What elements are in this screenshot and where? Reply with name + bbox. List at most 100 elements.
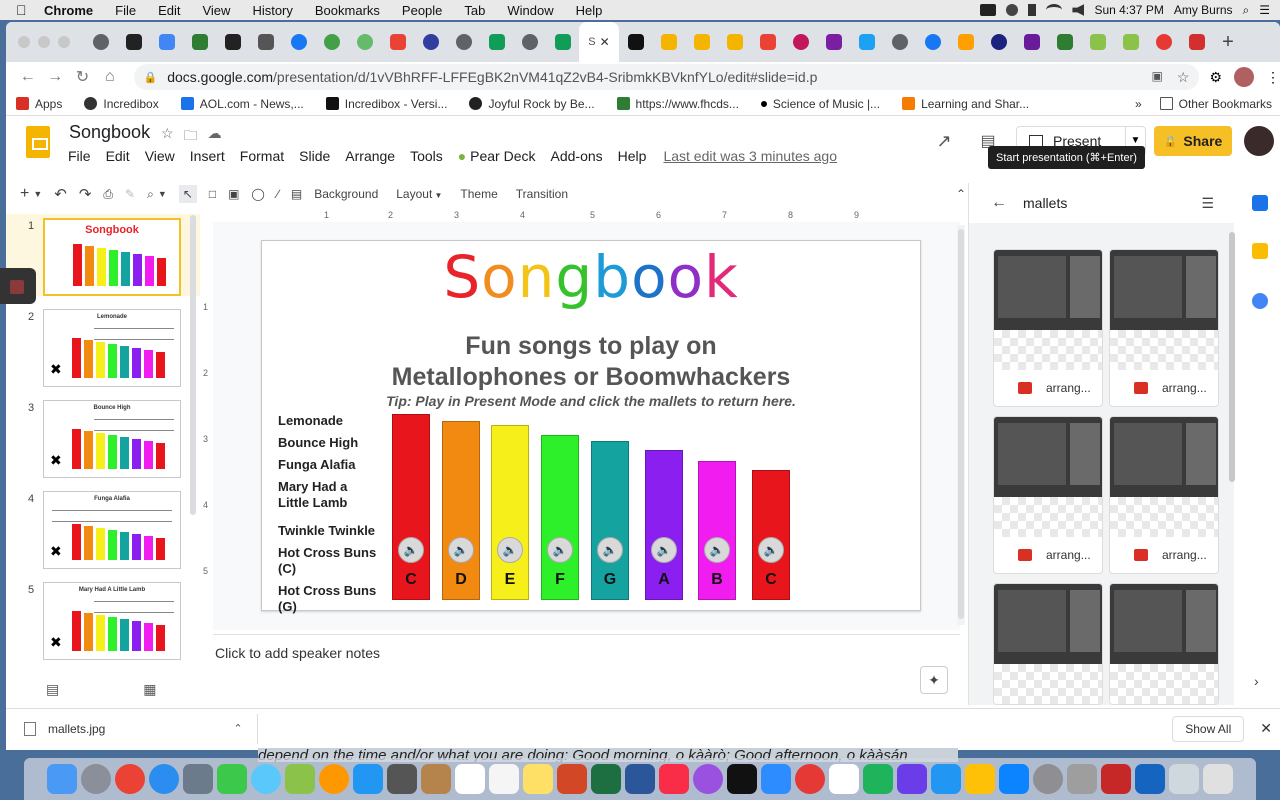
tab[interactable] — [652, 22, 685, 62]
tab[interactable] — [1147, 22, 1180, 62]
last-edit-link[interactable]: Last edit was 3 minutes ago — [663, 148, 837, 164]
bookmark-joyful-rock[interactable]: Joyful Rock by Be... — [469, 97, 595, 111]
document-title[interactable]: Songbook — [69, 122, 150, 143]
zoom-icon[interactable] — [761, 764, 791, 794]
comment-add-icon[interactable]: ▤ — [291, 187, 302, 201]
bar-b[interactable]: 🔈 B — [698, 461, 736, 600]
speaker-icon[interactable]: 🔈 — [704, 537, 730, 563]
spotlight-search-icon[interactable]: ⌕ — [1243, 3, 1250, 18]
speaker-icon[interactable]: 🔈 — [597, 537, 623, 563]
speaker-icon[interactable]: 🔈 — [651, 537, 677, 563]
tab[interactable] — [183, 22, 216, 62]
bar-e[interactable]: 🔈 E — [491, 425, 529, 600]
tab[interactable] — [751, 22, 784, 62]
speaker-icon[interactable]: 🔈 — [758, 537, 784, 563]
grid-view-icon[interactable]: ▦ — [143, 681, 156, 698]
bar-c-low[interactable]: 🔈 C — [392, 414, 430, 600]
calendar-icon[interactable] — [1252, 195, 1268, 211]
extensions-icon[interactable]: ⚙ — [1209, 69, 1222, 86]
new-tab-button[interactable]: + — [1213, 31, 1243, 54]
app-icon[interactable] — [1067, 764, 1097, 794]
clock[interactable]: Sun 4:37 PM — [1094, 3, 1163, 17]
apple-tv-icon[interactable] — [727, 764, 757, 794]
search-result-image[interactable] — [1109, 583, 1219, 705]
move-folder-icon[interactable]: 🗀 — [184, 125, 198, 149]
background-button[interactable]: Background — [314, 187, 378, 201]
tab[interactable] — [447, 22, 480, 62]
bluetooth-icon[interactable] — [1028, 4, 1037, 16]
filter-icon[interactable]: ☰ — [1201, 195, 1214, 212]
podcasts-icon[interactable] — [693, 764, 723, 794]
speaker-icon[interactable]: 🔈 — [398, 537, 424, 563]
volume-icon[interactable] — [1072, 4, 1085, 16]
zoom-window-button[interactable] — [58, 36, 70, 48]
notes-book-icon[interactable] — [421, 764, 451, 794]
app-icon[interactable] — [965, 764, 995, 794]
tab[interactable] — [216, 22, 249, 62]
launchpad-icon[interactable] — [81, 764, 111, 794]
download-file-name[interactable]: mallets.jpg — [48, 722, 105, 736]
keep-icon[interactable] — [1252, 243, 1268, 259]
tab[interactable] — [348, 22, 381, 62]
bar-d[interactable]: 🔈 D — [442, 421, 480, 600]
tray-app-icon[interactable] — [1006, 4, 1019, 16]
slide-thumbnail[interactable]: 4 Funga Alafia ✖ — [6, 487, 200, 569]
facetime-icon[interactable] — [217, 764, 247, 794]
app-icon[interactable] — [931, 764, 961, 794]
tab[interactable] — [883, 22, 916, 62]
slide-thumbnail[interactable]: 2 Lemonade ✖ — [6, 305, 200, 387]
tab[interactable] — [480, 22, 513, 62]
paint-format-icon[interactable]: ✎ — [125, 187, 135, 201]
menu-app-name[interactable]: Chrome — [44, 3, 93, 18]
search-result-image[interactable]: arrang... — [993, 249, 1103, 407]
tab[interactable] — [1114, 22, 1147, 62]
slides-menu-add-ons[interactable]: Add-ons — [551, 148, 603, 164]
search-query[interactable]: mallets — [1023, 195, 1067, 211]
close-download-bar-icon[interactable]: ✕ — [1260, 720, 1272, 737]
tab[interactable] — [381, 22, 414, 62]
collapse-toolbar-icon[interactable]: ⌃ — [956, 187, 966, 201]
bar-g[interactable]: 🔈 G — [591, 441, 629, 600]
expand-panel-chevron-icon[interactable]: › — [1254, 673, 1259, 689]
song-link-hot-cross-buns-g[interactable]: Hot Cross Buns (G) — [278, 583, 388, 615]
calculator-icon[interactable] — [387, 764, 417, 794]
tab[interactable] — [546, 22, 579, 62]
back-arrow-icon[interactable]: ← — [991, 194, 1007, 212]
slides-menu-file[interactable]: File — [68, 148, 91, 164]
slides-menu-edit[interactable]: Edit — [106, 148, 130, 164]
tab[interactable] — [685, 22, 718, 62]
more-menu-icon[interactable]: ⋮ — [1266, 69, 1280, 86]
slides-menu-arrange[interactable]: Arrange — [345, 148, 395, 164]
layout-button[interactable]: Layout ▼ — [396, 187, 442, 201]
song-link-funga-alafia[interactable]: Funga Alafia — [278, 457, 356, 473]
menu-tab[interactable]: Tab — [464, 3, 485, 18]
slide-canvas[interactable]: Songbook Fun songs to play on Metallopho… — [261, 240, 921, 614]
menu-help[interactable]: Help — [576, 3, 603, 18]
new-slide-plus-icon[interactable]: + — [20, 185, 29, 203]
slide-thumbnail[interactable]: 3 Bounce High ✖ — [6, 396, 200, 478]
song-link-mary-had-a-little-lamb[interactable]: Mary Had a Little Lamb — [278, 479, 368, 511]
system-preferences-icon[interactable] — [1033, 764, 1063, 794]
bookmark-apps[interactable]: Apps — [16, 97, 62, 111]
active-tab[interactable]: S ✕ — [579, 22, 619, 62]
tab[interactable] — [784, 22, 817, 62]
slides-menu-pear-deck[interactable]: ● Pear Deck — [458, 148, 536, 164]
bookmark-fhcds[interactable]: https://www.fhcds... — [616, 97, 739, 111]
tab[interactable] — [1015, 22, 1048, 62]
bookmark-incredibox-version[interactable]: Incredibox - Versi... — [325, 97, 447, 111]
slides-logo-icon[interactable] — [26, 126, 50, 158]
explore-icon[interactable]: ✦ — [920, 666, 948, 694]
speaker-icon[interactable]: 🔈 — [497, 537, 523, 563]
search-result-image[interactable] — [993, 583, 1103, 705]
tab[interactable] — [513, 22, 546, 62]
search-result-image[interactable]: arrang... — [1109, 249, 1219, 407]
news-icon[interactable] — [829, 764, 859, 794]
tab[interactable] — [282, 22, 315, 62]
print-icon[interactable]: ⎙ — [103, 187, 113, 202]
zoom-icon[interactable]: ⌕ — [147, 187, 154, 202]
minimize-window-button[interactable] — [38, 36, 50, 48]
app-store-icon[interactable] — [999, 764, 1029, 794]
menu-edit[interactable]: Edit — [158, 3, 180, 18]
song-link-lemonade[interactable]: Lemonade — [278, 413, 343, 429]
bookmark-learning-and-sharing[interactable]: Learning and Shar... — [902, 97, 1029, 111]
